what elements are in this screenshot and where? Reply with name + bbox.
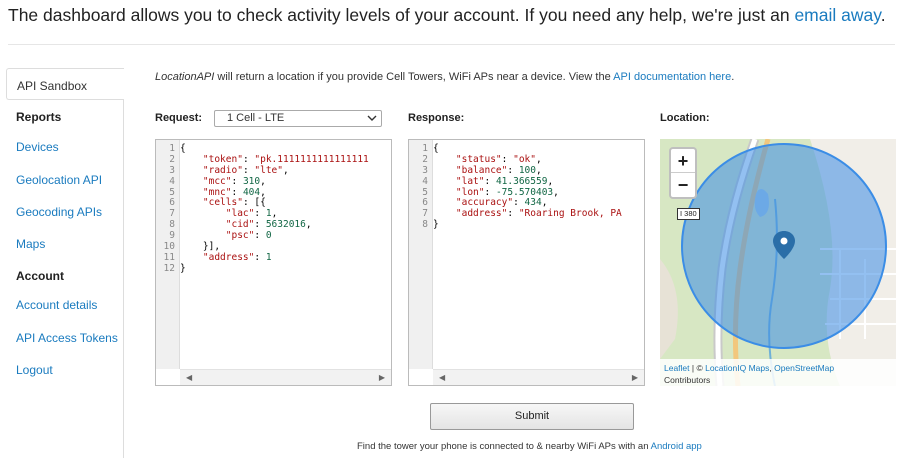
request-editor[interactable]: 1 2 3 4 5 6 7 8 9 10 11 12 { "token": "pk.111111111… (155, 139, 392, 386)
zoom-out-button[interactable]: − (671, 173, 695, 197)
map-attribution: Leaflet | © LocationIQ Maps, OpenStreetM… (660, 359, 896, 386)
response-line-number: 8 (422, 219, 428, 231)
header-divider (8, 44, 895, 45)
zoom-in-button[interactable]: + (671, 149, 695, 173)
map-zoom-control: + − (669, 147, 697, 199)
response-editor[interactable]: 12345678 { "status": "ok", "balance": 10… (408, 139, 645, 386)
intro-tail: . (731, 71, 735, 83)
scroll-left-icon[interactable]: ◀ (186, 373, 192, 382)
request-code-line: } (180, 262, 186, 274)
page-headline: The dashboard allows you to check activi… (8, 5, 886, 26)
response-line-numbers: 12345678 (409, 143, 428, 231)
location-map[interactable]: I 380 + − Leaflet | © LocationIQ Maps, O… (660, 139, 896, 386)
sidebar-divider (123, 100, 124, 458)
response-code-line: "address": "Roaring Brook, PA (455, 208, 622, 220)
response-line-number: 4 (422, 175, 428, 187)
locationiq-link[interactable]: LocationIQ Maps (705, 363, 769, 373)
request-type-select[interactable]: 1 Cell - LTE (214, 110, 382, 127)
headline-tail: . (880, 5, 886, 25)
response-label: Response: (408, 112, 465, 124)
sidebar-item-geolocation-api[interactable]: Geolocation API (16, 173, 102, 187)
headline-text: The dashboard allows you to check activi… (8, 5, 790, 25)
android-app-link[interactable]: Android app (651, 441, 702, 452)
attribution-contributors: Contributors (664, 375, 711, 385)
footer-text: Find the tower your phone is connected t… (357, 441, 651, 452)
request-type-value: 1 Cell - LTE (227, 112, 285, 124)
request-code-line: "address": 1 (202, 251, 272, 263)
response-scrollbar[interactable]: ◀ ▶ (433, 369, 644, 385)
attribution-separator: | © (689, 363, 706, 373)
sidebar-item-devices[interactable]: Devices (16, 140, 59, 154)
request-line-number: 4 (169, 175, 175, 187)
sidebar-item-account-details[interactable]: Account details (16, 298, 97, 312)
footer-note: Find the tower your phone is connected t… (357, 441, 702, 452)
road-label: I 380 (677, 208, 700, 220)
sidebar-item-api-access-tokens[interactable]: API Access Tokens (16, 331, 118, 345)
sidebar-item-maps[interactable]: Maps (16, 237, 45, 251)
request-line-number: 12 (163, 262, 175, 274)
request-scrollbar[interactable]: ◀ ▶ (180, 369, 391, 385)
request-label: Request: (155, 112, 203, 124)
api-documentation-link[interactable]: API documentation here (613, 71, 731, 83)
intro-product-name: LocationAPI (155, 71, 215, 83)
chevron-down-icon (367, 115, 377, 121)
intro-body: will return a location if you provide Ce… (214, 71, 614, 83)
submit-button[interactable]: Submit (430, 403, 634, 430)
response-code[interactable]: { "status": "ok", "balance": 100, "lat":… (433, 143, 644, 231)
sidebar-heading-account: Account (16, 269, 64, 283)
openstreetmap-link[interactable]: OpenStreetMap (774, 363, 834, 373)
sidebar-tab-api-sandbox[interactable]: API Sandbox (6, 68, 124, 100)
scroll-right-icon[interactable]: ▶ (632, 373, 638, 382)
location-label: Location: (660, 112, 710, 124)
email-link[interactable]: email away (794, 5, 880, 25)
sidebar-item-geocoding-apis[interactable]: Geocoding APIs (16, 205, 102, 219)
intro-text: LocationAPI will return a location if yo… (155, 71, 734, 83)
scroll-right-icon[interactable]: ▶ (379, 373, 385, 382)
scroll-left-icon[interactable]: ◀ (439, 373, 445, 382)
request-line-numbers: 1 2 3 4 5 6 7 8 9 10 11 12 (156, 143, 175, 275)
sidebar: API Sandbox Reports Devices Geolocation … (6, 68, 124, 458)
leaflet-link[interactable]: Leaflet (664, 363, 690, 373)
sidebar-heading-reports: Reports (16, 110, 62, 124)
response-code-line: } (433, 219, 439, 231)
sidebar-item-logout[interactable]: Logout (16, 363, 53, 377)
request-code[interactable]: { "token": "pk.1111111111111111 "radio":… (180, 143, 391, 275)
